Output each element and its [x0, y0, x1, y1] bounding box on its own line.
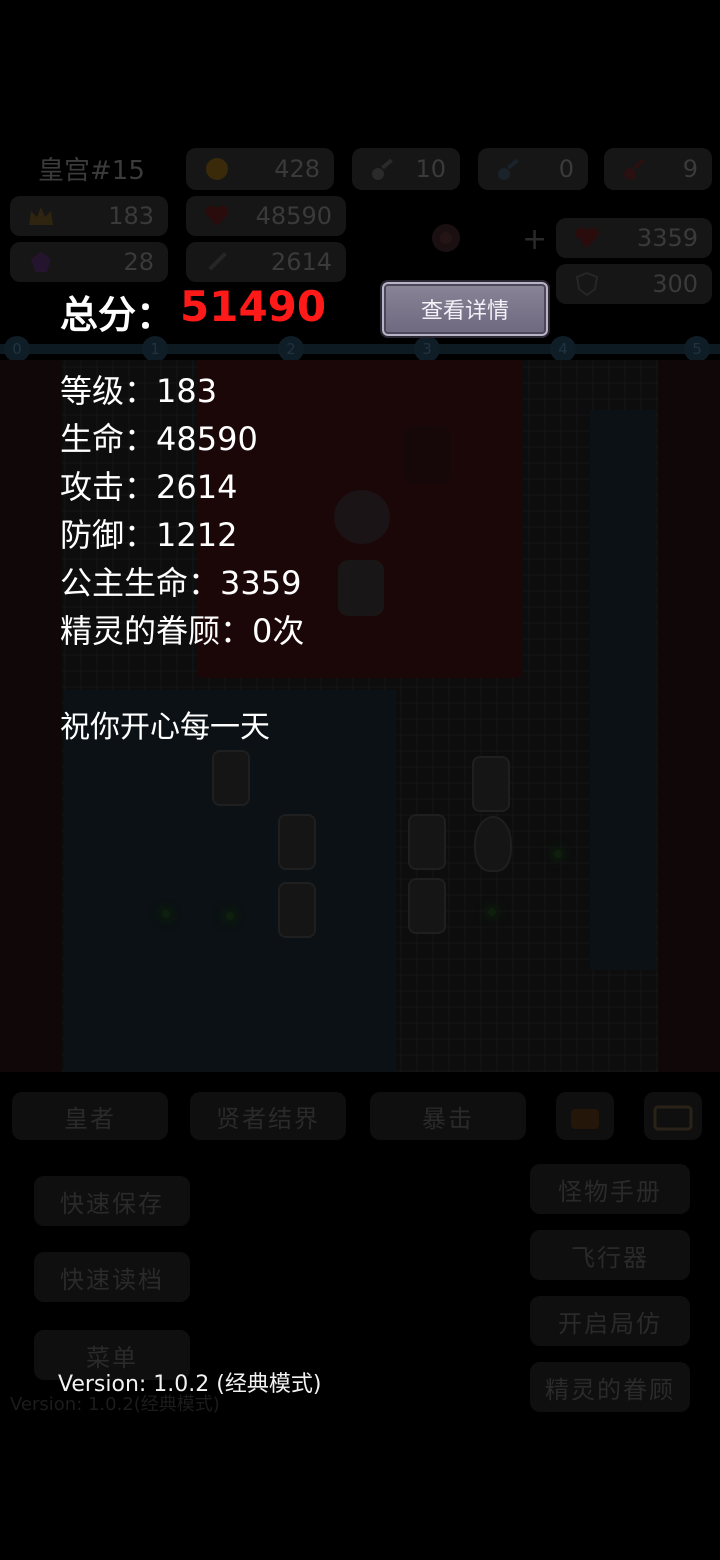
stat-princess-hp: 公主生命：3359	[60, 564, 302, 602]
stat-hp: 生命：48590	[60, 420, 258, 458]
game-screen: 皇宫#15 428 10 0 9 183 48590 28 2614 + 335…	[0, 0, 720, 1560]
view-details-button[interactable]: 查看详情	[382, 282, 548, 336]
stat-level: 等级：183	[60, 372, 218, 410]
score-value: 51490	[180, 282, 327, 331]
version-label: Version: 1.0.2 (经典模式)	[58, 1372, 322, 1397]
stat-defense: 防御：1212	[60, 516, 238, 554]
score-dialog: 总分： 51490 查看详情 等级：183 生命：48590 攻击：2614 防…	[0, 0, 720, 1560]
score-label: 总分：	[60, 293, 175, 337]
blessing-message: 祝你开心每一天	[60, 710, 270, 745]
stat-fairy-blessing: 精灵的眷顾：0次	[60, 612, 305, 650]
stat-attack: 攻击：2614	[60, 468, 238, 506]
